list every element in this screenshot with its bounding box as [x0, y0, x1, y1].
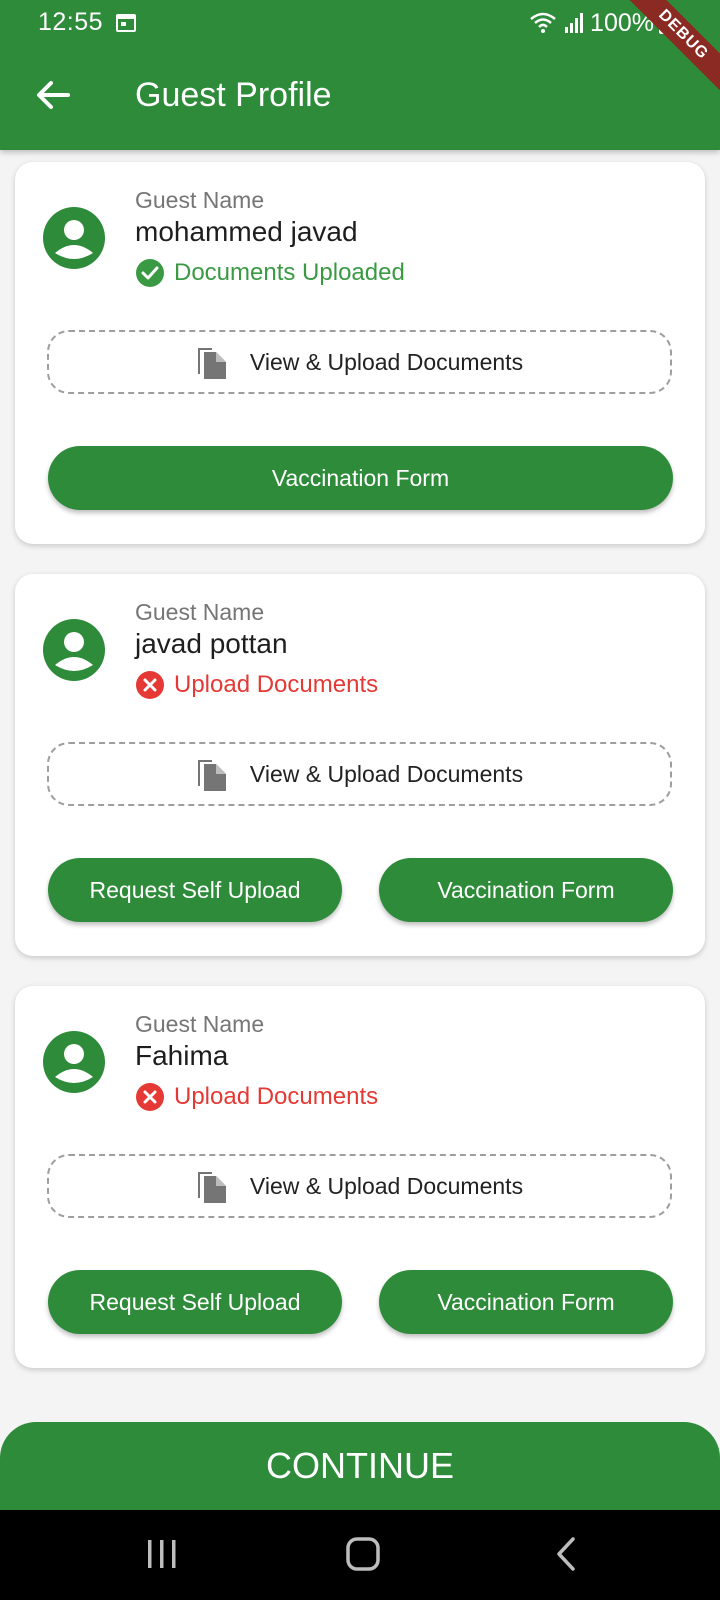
- avatar-icon: [43, 1031, 105, 1093]
- request-self-upload-label: Request Self Upload: [89, 1288, 301, 1315]
- vaccination-form-button[interactable]: Vaccination Form: [379, 1270, 673, 1334]
- documents-icon: [197, 348, 226, 379]
- guest-card: Guest Name Fahima Upload Documents View …: [15, 986, 705, 1368]
- request-self-upload-button[interactable]: Request Self Upload: [48, 1270, 342, 1334]
- guest-name-label: Guest Name: [135, 1011, 265, 1037]
- view-upload-documents-label: View & Upload Documents: [249, 348, 524, 375]
- vaccination-form-button[interactable]: Vaccination Form: [379, 858, 673, 922]
- view-upload-documents-button[interactable]: View & Upload Documents: [47, 742, 672, 806]
- document-status-text: Upload Documents: [174, 1083, 379, 1110]
- guest-name-label: Guest Name: [135, 187, 265, 213]
- request-self-upload-label: Request Self Upload: [89, 876, 301, 903]
- arrow-left-icon: [37, 81, 70, 109]
- guest-card: Guest Name javad pottan Upload Documents…: [15, 574, 705, 956]
- recent-apps-icon: [148, 1540, 176, 1568]
- avatar-icon: [43, 619, 105, 681]
- continue-label: CONTINUE: [266, 1445, 454, 1486]
- app-bar: Guest Profile: [0, 46, 720, 150]
- document-status: Upload Documents: [135, 1082, 378, 1112]
- page-title: Guest Profile: [135, 76, 332, 114]
- view-upload-documents-button[interactable]: View & Upload Documents: [47, 330, 672, 394]
- vaccination-form-label: Vaccination Form: [271, 464, 450, 491]
- status-time: 12:55: [38, 8, 104, 36]
- guest-name: javad pottan: [135, 628, 288, 659]
- error-circle-icon: [136, 1083, 164, 1111]
- home-icon: [346, 1537, 380, 1571]
- home-button[interactable]: [333, 1534, 393, 1574]
- wifi-icon: [530, 12, 556, 33]
- check-circle-icon: [136, 259, 164, 287]
- guest-name-label: Guest Name: [135, 599, 265, 625]
- view-upload-documents-label: View & Upload Documents: [249, 760, 524, 787]
- vaccination-form-label: Vaccination Form: [437, 1288, 615, 1315]
- view-upload-documents-label: View & Upload Documents: [249, 1172, 524, 1199]
- documents-icon: [197, 1172, 226, 1203]
- continue-button[interactable]: CONTINUE: [0, 1422, 720, 1510]
- back-icon: [557, 1537, 575, 1571]
- avatar-icon: [43, 207, 105, 269]
- nav-back-button[interactable]: [536, 1534, 596, 1574]
- top-bar: 12:55 100% Guest Profile DEBUG: [0, 0, 720, 150]
- error-circle-icon: [136, 671, 164, 699]
- guest-name: mohammed javad: [135, 216, 358, 247]
- guest-name: Fahima: [135, 1040, 229, 1071]
- document-status-text: Upload Documents: [174, 671, 379, 698]
- recent-apps-button[interactable]: [132, 1534, 192, 1574]
- document-status-text: Documents Uploaded: [174, 259, 405, 286]
- request-self-upload-button[interactable]: Request Self Upload: [48, 858, 342, 922]
- vaccination-form-button[interactable]: Vaccination Form: [48, 446, 673, 510]
- guest-profile-screen: 12:55 100% Guest Profile DEBUG Guest Nam…: [0, 0, 720, 1600]
- view-upload-documents-button[interactable]: View & Upload Documents: [47, 1154, 672, 1218]
- signal-icon: [565, 13, 584, 33]
- calendar-icon: [116, 14, 136, 32]
- document-status: Upload Documents: [135, 670, 378, 700]
- vaccination-form-label: Vaccination Form: [437, 876, 615, 903]
- document-status: Documents Uploaded: [135, 258, 405, 288]
- back-button[interactable]: [26, 68, 80, 122]
- documents-icon: [197, 760, 226, 791]
- guest-card: Guest Name mohammed javad Documents Uplo…: [15, 162, 705, 544]
- status-bar: 12:55 100%: [0, 0, 720, 46]
- guest-list: Guest Name mohammed javad Documents Uplo…: [0, 150, 720, 1422]
- system-nav-bar: [0, 1510, 720, 1600]
